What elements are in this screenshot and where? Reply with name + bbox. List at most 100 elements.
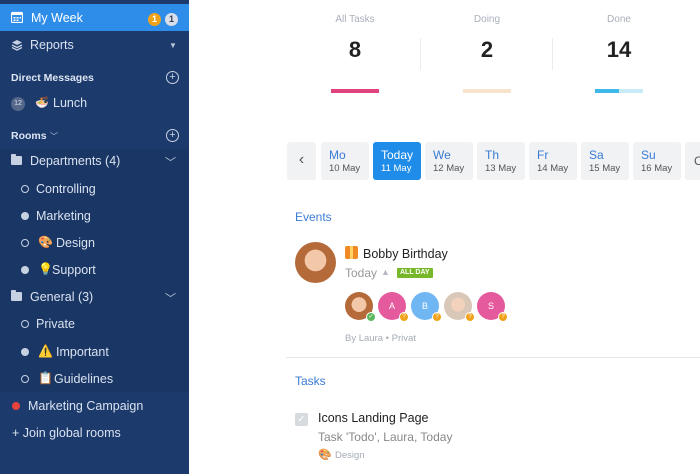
- join-global-rooms-button[interactable]: + Join global rooms: [0, 423, 189, 443]
- palette-icon: 🎨: [318, 449, 332, 461]
- next-week-button[interactable]: C: [685, 142, 700, 180]
- accepted-icon: ✓: [366, 312, 376, 322]
- caret-down-icon[interactable]: ▼: [169, 41, 177, 50]
- avatar: [295, 242, 336, 283]
- day-name: Su: [641, 148, 656, 162]
- sidebar-item-reports[interactable]: Reports ▼: [0, 33, 189, 57]
- room-item-marketing[interactable]: Marketing: [0, 206, 189, 226]
- day-we[interactable]: We 12 May: [425, 142, 473, 180]
- room-label: Design: [56, 236, 95, 250]
- stat-done[interactable]: Done 14: [559, 14, 679, 93]
- day-name: Sa: [589, 148, 604, 162]
- pending-icon: ?: [432, 312, 442, 322]
- day-th[interactable]: Th 13 May: [477, 142, 525, 180]
- join-label: + Join global rooms: [12, 426, 121, 440]
- calendar-icon: [11, 11, 23, 23]
- stat-value: 14: [606, 37, 632, 62]
- day-date: 14 May: [537, 163, 569, 174]
- room-item-design[interactable]: 🎨 Design: [0, 233, 189, 253]
- status-open-icon: [21, 185, 29, 193]
- palette-icon: 🎨: [38, 235, 53, 249]
- stat-all-tasks[interactable]: All Tasks 8: [295, 14, 415, 93]
- lightbulb-icon: 💡: [38, 262, 53, 276]
- room-item-private[interactable]: Private: [0, 314, 189, 334]
- room-group-general[interactable]: General (3) ﹀: [0, 287, 189, 307]
- day-name: Mo: [329, 148, 346, 162]
- folder-icon: [11, 154, 22, 165]
- my-week-badge-gray: 1: [165, 13, 178, 26]
- prev-week-button[interactable]: ‹: [287, 142, 316, 180]
- add-direct-message-icon[interactable]: +: [166, 71, 179, 84]
- stat-label: Done: [607, 14, 631, 25]
- event-title[interactable]: Bobby Birthday: [346, 247, 448, 261]
- event-when: Today: [345, 266, 378, 280]
- pending-icon: ?: [399, 312, 409, 322]
- warning-icon: ⚠️: [38, 344, 53, 358]
- stat-bar: [331, 89, 379, 93]
- status-open-icon: [21, 375, 29, 383]
- group-label: Departments (4): [30, 154, 121, 168]
- sidebar: My Week 1 1 Reports ▼ Direct Messages + …: [0, 0, 189, 474]
- noodles-icon: 🍜: [35, 97, 49, 109]
- room-label: Marketing: [36, 209, 91, 223]
- clipboard-icon: 📋: [38, 371, 53, 385]
- chevron-down-icon[interactable]: ﹀: [165, 290, 176, 306]
- stat-value: 8: [348, 37, 362, 62]
- stat-bar: [463, 89, 511, 93]
- bell-icon[interactable]: ▲: [381, 267, 390, 277]
- status-open-icon: [21, 320, 29, 328]
- day-fr[interactable]: Fr 14 May: [529, 142, 577, 180]
- my-week-badge-orange: 1: [148, 13, 161, 26]
- day-date: 13 May: [485, 163, 517, 174]
- divider: [552, 38, 553, 70]
- room-label: Guidelines: [54, 372, 114, 386]
- sidebar-item-my-week[interactable]: My Week 1 1: [0, 4, 189, 31]
- day-su[interactable]: Su 16 May: [633, 142, 681, 180]
- room-item-support[interactable]: 💡 Support: [0, 260, 189, 280]
- rooms-heading[interactable]: Rooms: [11, 130, 47, 142]
- pending-icon: ?: [465, 312, 475, 322]
- day-date: 10 May: [329, 163, 361, 174]
- day-today[interactable]: Today 11 May: [373, 142, 421, 180]
- task-room[interactable]: Design: [335, 450, 365, 461]
- room-item-important[interactable]: ⚠️ Important: [0, 342, 189, 362]
- events-heading: Events: [295, 210, 332, 224]
- stat-bar-fill: [595, 89, 619, 93]
- all-day-badge: ALL DAY: [397, 268, 433, 278]
- add-room-icon[interactable]: +: [166, 129, 179, 142]
- task-checkbox[interactable]: ✓: [295, 413, 308, 426]
- dm-count-badge: 12: [11, 97, 25, 111]
- day-name: Today: [381, 148, 414, 162]
- folder-icon: [11, 290, 22, 301]
- campaign-label: Marketing Campaign: [28, 399, 144, 413]
- event-title-text: Bobby Birthday: [363, 247, 448, 261]
- room-item-controlling[interactable]: Controlling: [0, 179, 189, 199]
- day-mo[interactable]: Mo 10 May: [321, 142, 369, 180]
- room-group-departments[interactable]: Departments (4) ﹀: [0, 151, 189, 171]
- day-name: Fr: [537, 148, 549, 162]
- pending-icon: ?: [498, 312, 508, 322]
- stat-value: 2: [480, 37, 494, 62]
- status-full-icon: [21, 266, 29, 274]
- sidebar-item-marketing-campaign[interactable]: Marketing Campaign: [0, 396, 189, 416]
- chevron-down-icon[interactable]: ﹀: [165, 154, 176, 170]
- stat-label: All Tasks: [335, 14, 375, 25]
- task-subtitle: Task 'Todo', Laura, Today: [318, 430, 453, 444]
- reports-label: Reports: [30, 38, 74, 52]
- dm-label: Lunch: [53, 96, 88, 110]
- divider: [420, 38, 421, 70]
- tasks-heading: Tasks: [295, 374, 326, 388]
- divider: [286, 357, 700, 358]
- task-title[interactable]: Icons Landing Page: [318, 411, 429, 425]
- rooms-chevron-icon[interactable]: ﹀: [50, 131, 58, 142]
- dm-item-lunch[interactable]: 12 🍜 Lunch: [0, 96, 189, 112]
- group-label: General (3): [30, 290, 94, 304]
- day-date: 16 May: [641, 163, 673, 174]
- room-label: Support: [52, 263, 96, 277]
- my-week-label: My Week: [31, 11, 83, 25]
- room-item-guidelines[interactable]: 📋 Guidelines: [0, 369, 189, 389]
- direct-messages-heading: Direct Messages: [11, 72, 94, 84]
- stat-doing[interactable]: Doing 2: [427, 14, 547, 93]
- day-sa[interactable]: Sa 15 May: [581, 142, 629, 180]
- day-name: We: [433, 148, 451, 162]
